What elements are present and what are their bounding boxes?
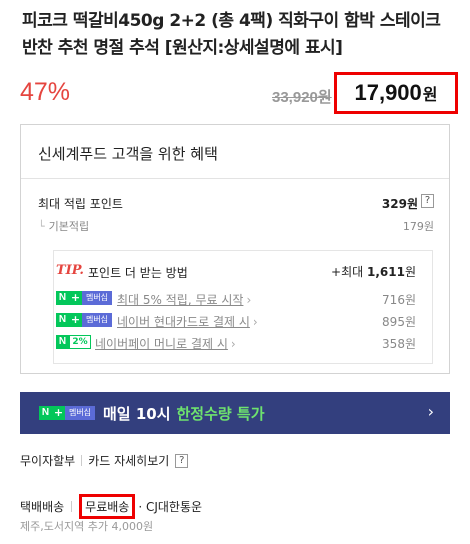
shipping-fee: 무료배송 — [85, 500, 130, 514]
tip-item-card[interactable]: N + 멤버십 네이버 현대카드로 결제 시 › 895원 — [56, 313, 416, 329]
payment-row: 무이자할부 카드 자세히보기 ? — [20, 452, 189, 469]
tip-amount: 895원 — [382, 315, 416, 329]
discount-rate: 47% — [20, 78, 71, 106]
daily-deal-banner[interactable]: N + 멤버십 매일 10시 한정수량 특가 › — [20, 392, 450, 434]
base-points-value: 179원 — [402, 220, 434, 233]
tip-link-membership[interactable]: 최대 5% 적립, 무료 시작 › — [117, 291, 251, 308]
naver-n-icon: N — [56, 335, 69, 349]
tip-item-pay[interactable]: N 2% 네이버페이 머니로 결제 시 › 358원 — [56, 335, 416, 351]
shipping-carrier: · CJ대한통운 — [138, 500, 203, 514]
banner-time: 매일 10시 — [103, 404, 171, 423]
branch-icon: └ — [38, 220, 45, 233]
tip-label: TIP. — [56, 263, 84, 278]
sale-price-box: 17,900 원 — [334, 72, 458, 114]
free-shipping-highlight: 무료배송 — [79, 494, 136, 519]
product-title: 피코크 떡갈비450g 2+2 (총 4팩) 직화구이 함박 스테이크 반찬 추… — [22, 11, 441, 58]
chevron-right-icon: › — [427, 402, 434, 421]
tip-text: 포인트 더 받는 방법 — [88, 266, 188, 280]
sale-price: 17,900 — [354, 80, 422, 105]
plus-icon: + — [69, 313, 82, 327]
tip-amount: 716원 — [382, 293, 416, 307]
membership-label: 멤버십 — [65, 406, 95, 420]
naver-n-icon: N — [39, 406, 52, 420]
tip-max-unit: 원 — [404, 265, 416, 279]
shipping-note: 제주,도서지역 추가 4,000원 — [20, 520, 154, 533]
naver-pay-badge: N 2% — [56, 335, 91, 349]
naver-n-icon: N — [56, 291, 69, 305]
original-price: 33,920원 — [272, 89, 332, 106]
tip-max-value: 1,611 — [366, 265, 405, 279]
naver-membership-badge: N + 멤버십 — [56, 291, 112, 305]
chevron-right-icon: › — [252, 315, 258, 329]
benefit-title: 신세계푸드 고객을 위한 혜택 — [21, 125, 449, 179]
membership-label: 멤버십 — [82, 313, 112, 327]
shipping-row: 택배배송 무료배송 · CJ대한통운 — [20, 494, 202, 519]
max-points-value: 329원 — [381, 197, 418, 211]
chevron-right-icon: › — [246, 293, 252, 307]
base-points-label: 기본적립 — [48, 220, 90, 233]
divider — [81, 455, 83, 466]
card-details-link[interactable]: 카드 자세히보기 — [88, 452, 169, 469]
installment-label: 무이자할부 — [20, 454, 76, 468]
base-points-row: └ 기본적립 179원 — [38, 218, 434, 234]
plus-icon: + — [52, 406, 65, 420]
shipping-type: 택배배송 — [20, 500, 65, 514]
chevron-right-icon: › — [230, 337, 236, 351]
card-help-icon[interactable]: ? — [175, 453, 189, 468]
naver-n-icon: N — [56, 313, 69, 327]
divider — [71, 501, 73, 512]
tip-max-points: +최대 1,611원 — [331, 263, 416, 280]
sale-price-unit: 원 — [422, 85, 438, 104]
plus-icon: + — [69, 291, 82, 305]
naver-membership-badge: N + 멤버십 — [39, 406, 95, 420]
tip-link-card[interactable]: 네이버 현대카드로 결제 시 › — [117, 313, 258, 330]
max-points-row: 최대 적립 포인트 329원 ? — [38, 194, 434, 212]
points-help-icon[interactable]: ? — [421, 194, 434, 208]
naver-membership-badge: N + 멤버십 — [56, 313, 112, 327]
pay-percent-label: 2% — [69, 335, 91, 349]
banner-highlight: 한정수량 특가 — [176, 404, 265, 423]
tip-link-pay[interactable]: 네이버페이 머니로 결제 시 › — [95, 335, 236, 352]
tip-max-prefix: +최대 — [331, 265, 364, 279]
tip-item-membership[interactable]: N + 멤버십 최대 5% 적립, 무료 시작 › 716원 — [56, 291, 416, 307]
tip-amount: 358원 — [382, 337, 416, 351]
membership-label: 멤버십 — [82, 291, 112, 305]
max-points-label: 최대 적립 포인트 — [38, 197, 123, 211]
